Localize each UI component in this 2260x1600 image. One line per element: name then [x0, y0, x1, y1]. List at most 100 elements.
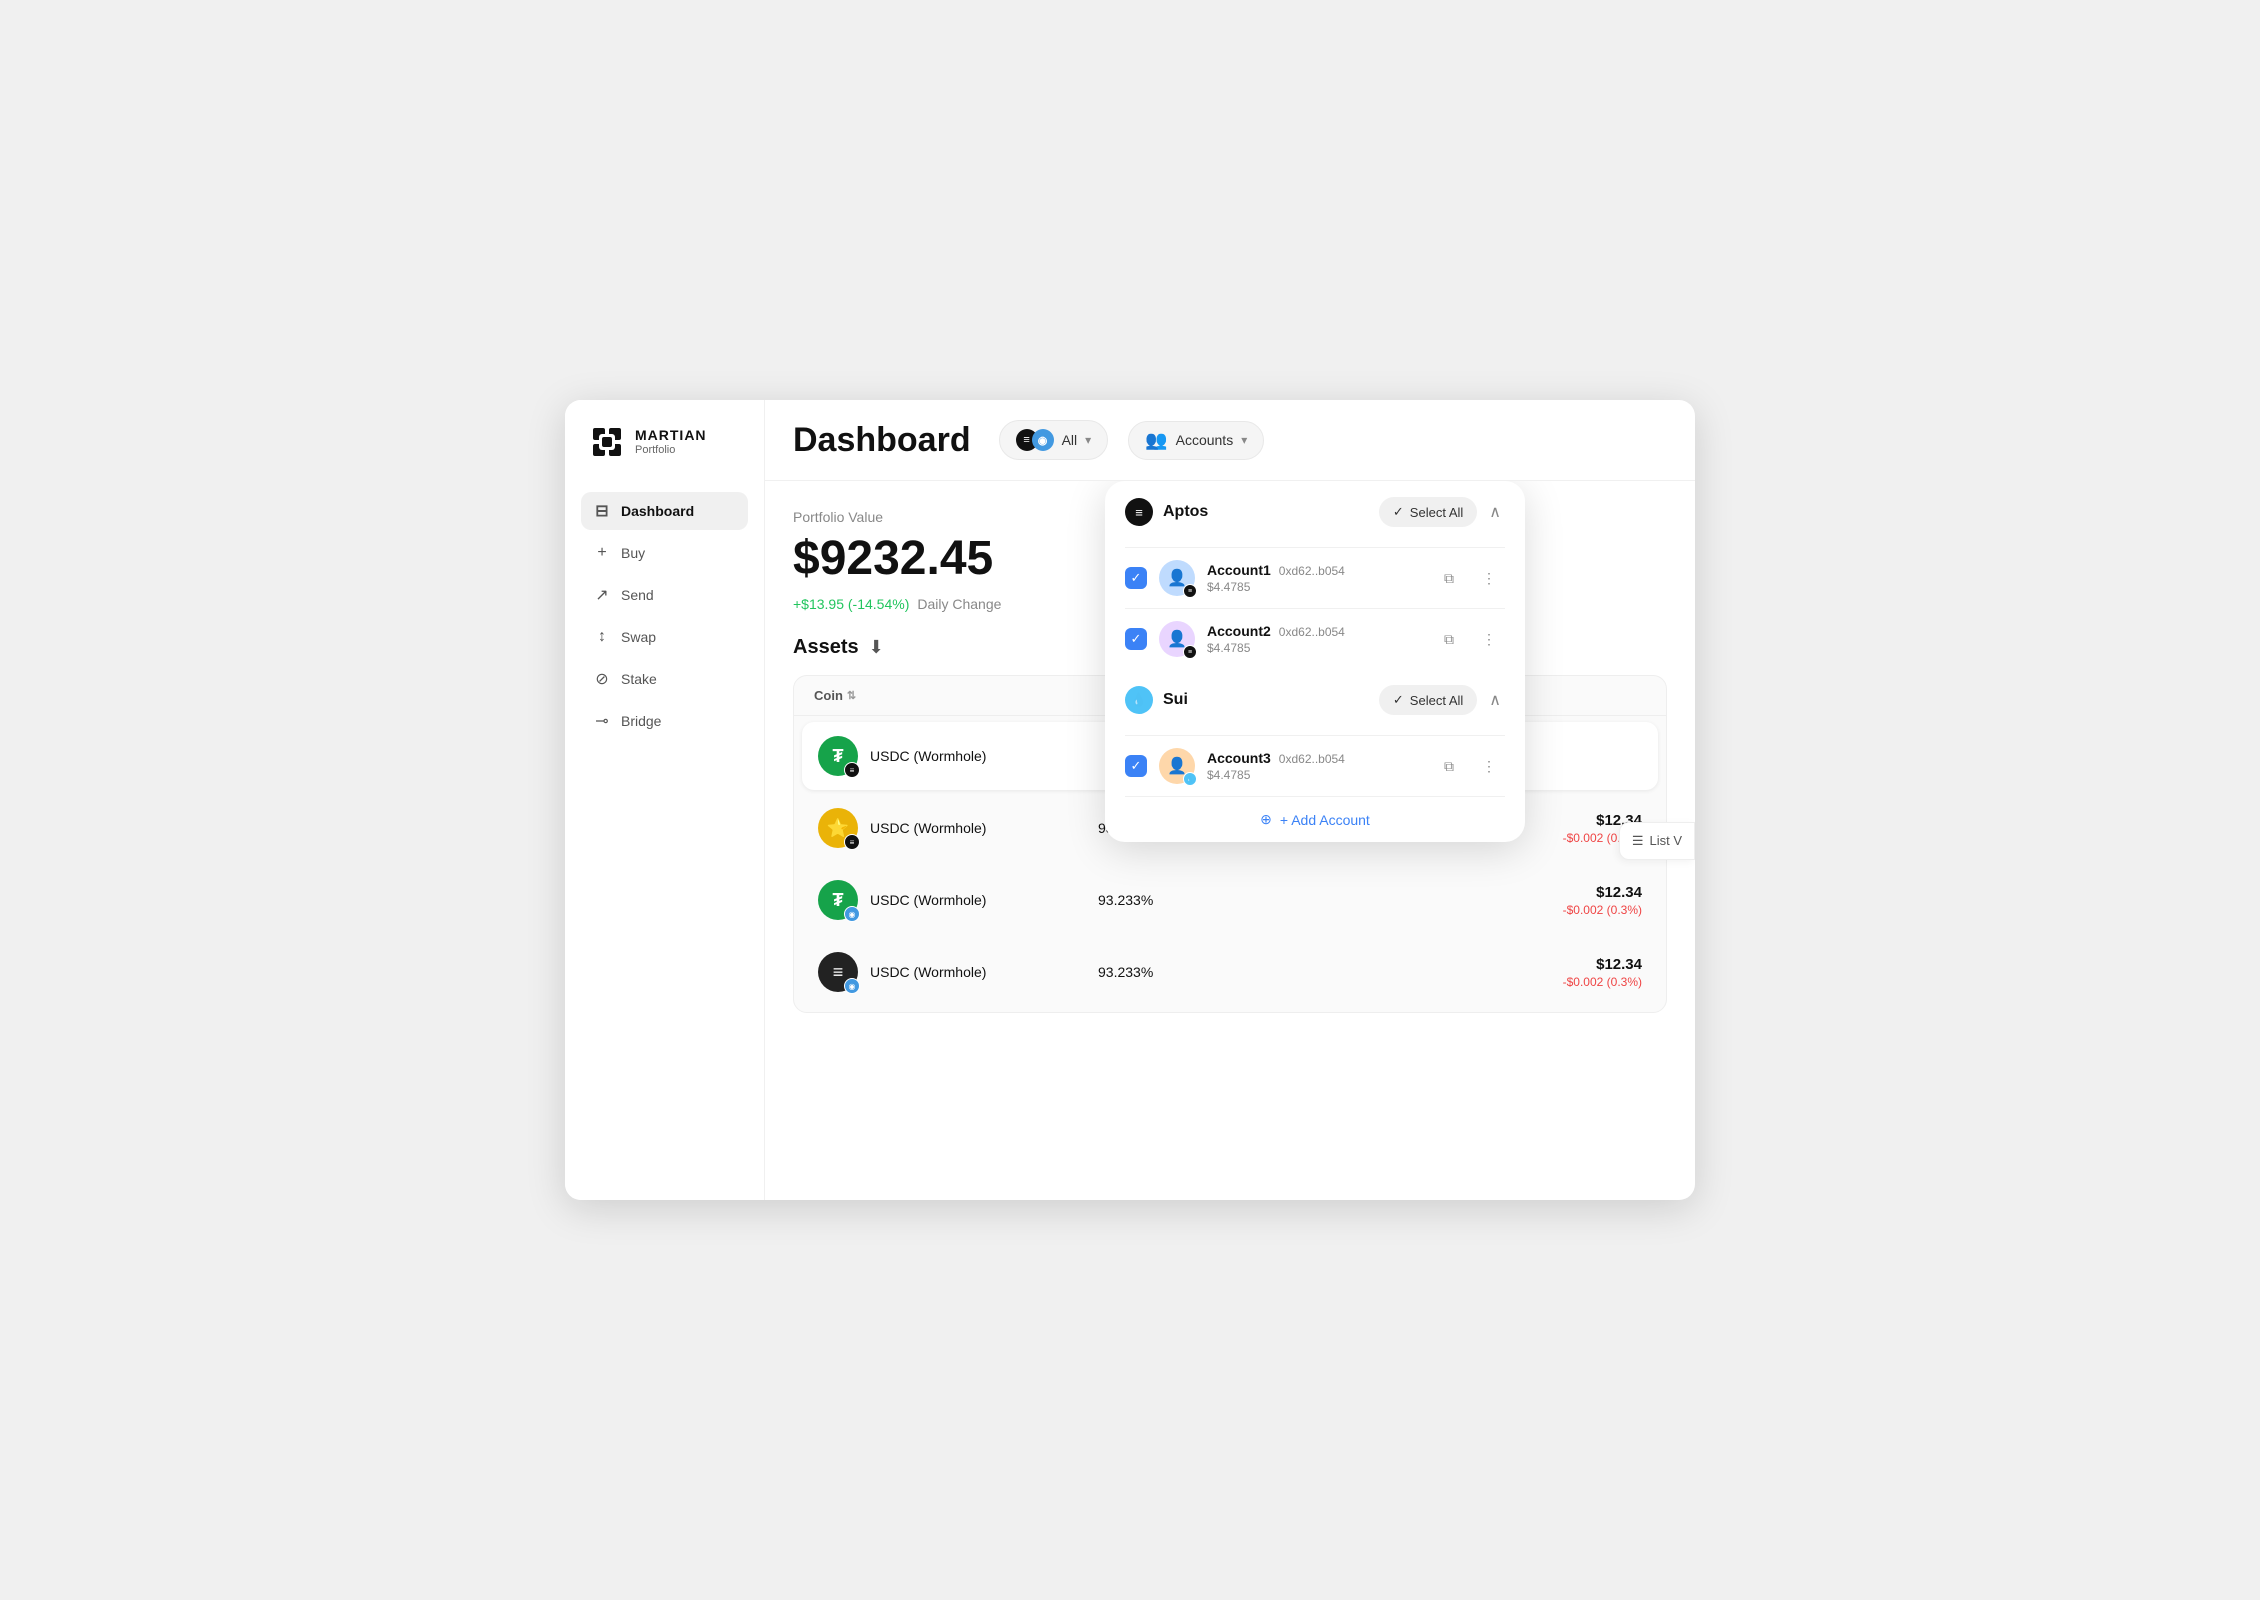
- sort-icon: ⇅: [847, 689, 856, 702]
- coin-column-header: Coin ⇅: [814, 688, 1094, 703]
- daily-change-value: +$13.95 (-14.54%): [793, 596, 909, 612]
- more-button[interactable]: ⋮: [1473, 623, 1505, 655]
- sui-section-header: 💧 Sui ✓ Select All ∧: [1125, 685, 1505, 715]
- dashboard-icon: ⊟: [593, 502, 611, 520]
- sui-label: Sui: [1163, 691, 1188, 709]
- sui-icon: 💧: [1125, 686, 1153, 714]
- account1-checkbox[interactable]: ✓: [1125, 567, 1147, 589]
- coin-cell: ₮ ≡ USDC (Wormhole): [818, 736, 1098, 776]
- sidebar-item-send[interactable]: ↗ Send: [581, 576, 748, 614]
- add-account-label: + Add Account: [1280, 812, 1370, 828]
- logo-subtitle: Portfolio: [635, 444, 707, 457]
- daily-change-label: Daily Change: [917, 596, 1001, 612]
- stake-icon: ⊘: [593, 670, 611, 688]
- list-icon: ☰: [1632, 833, 1644, 849]
- account2-checkbox[interactable]: ✓: [1125, 628, 1147, 650]
- coin-badge: ◉: [844, 978, 860, 994]
- accounts-icon: 👥: [1145, 430, 1167, 451]
- copy-button[interactable]: ⧉: [1433, 562, 1465, 594]
- select-all-label: Select All: [1410, 505, 1463, 520]
- account3-checkbox[interactable]: ✓: [1125, 755, 1147, 777]
- aptos-select-all-button[interactable]: ✓ Select All: [1379, 497, 1477, 527]
- logo-name: MARTIAN: [635, 427, 707, 444]
- aptos-chain-badge: ≡: [1183, 645, 1197, 659]
- sidebar-item-swap[interactable]: ↕ Swap: [581, 618, 748, 656]
- list-view-button[interactable]: ☰ List V: [1619, 822, 1695, 860]
- sidebar-item-bridge[interactable]: ⊸ Bridge: [581, 702, 748, 740]
- value-change: -$0.002 (0.3%): [1370, 975, 1642, 989]
- send-icon: ↗: [593, 586, 611, 604]
- sidebar-item-dashboard[interactable]: ⊟ Dashboard: [581, 492, 748, 530]
- sui-chain-badge: 💧: [1183, 772, 1197, 786]
- logo-icon: [589, 424, 625, 460]
- all-filter-dropdown[interactable]: ≡ ◉ All ▾: [999, 420, 1109, 460]
- account1-balance: $4.4785: [1207, 580, 1421, 594]
- chevron-down-icon: ▾: [1085, 433, 1091, 447]
- account2-actions: ⧉ ⋮: [1433, 623, 1505, 655]
- copy-button[interactable]: ⧉: [1433, 750, 1465, 782]
- coin-badge: ≡: [844, 834, 860, 850]
- account2-name: Account2: [1207, 623, 1271, 639]
- value-cell: $12.34 -$0.002 (0.3%): [1370, 884, 1642, 917]
- value-cell: $12.34 -$0.002 (0.3%): [1370, 956, 1642, 989]
- sui-chain-icon: ◉: [1032, 429, 1054, 451]
- main-content: Dashboard ≡ ◉ All ▾ 👥 Accounts ▾ Portfol…: [765, 400, 1695, 1200]
- coin-cell: ≡ ◉ USDC (Wormhole): [818, 952, 1098, 992]
- coin-icon: ₮ ≡: [818, 736, 858, 776]
- account2-info: Account2 0xd62..b054 $4.4785: [1207, 623, 1421, 655]
- all-filter-label: All: [1062, 432, 1078, 448]
- account1-info: Account1 0xd62..b054 $4.4785: [1207, 562, 1421, 594]
- percentage-cell: 93.233%: [1098, 892, 1370, 908]
- assets-title: Assets: [793, 636, 859, 659]
- coin-name: USDC (Wormhole): [870, 820, 986, 836]
- buy-icon: +: [593, 544, 611, 562]
- aptos-section-header: ≡ Aptos ✓ Select All ∧: [1125, 497, 1505, 527]
- copy-button[interactable]: ⧉: [1433, 623, 1465, 655]
- coin-icon: ≡ ◉: [818, 952, 858, 992]
- logo-text: MARTIAN Portfolio: [635, 427, 707, 457]
- chain-icons: ≡ ◉: [1016, 429, 1054, 451]
- app-window: MARTIAN Portfolio ⊟ Dashboard + Buy ↗ Se…: [565, 400, 1695, 1200]
- chevron-down-icon: ▾: [1241, 433, 1247, 447]
- sidebar-item-stake[interactable]: ⊘ Stake: [581, 660, 748, 698]
- accounts-filter-label: Accounts: [1176, 432, 1234, 448]
- accounts-dropdown-overlay: ≡ Aptos ✓ Select All ∧: [1105, 481, 1525, 842]
- sidebar-item-label: Stake: [621, 671, 657, 687]
- sidebar-item-label: Swap: [621, 629, 656, 645]
- account-item-1: ✓ 👤 ≡ Account1 0xd62..b054 $4.4785 ⧉: [1105, 548, 1525, 608]
- aptos-chain-badge: ≡: [1183, 584, 1197, 598]
- accounts-filter-dropdown[interactable]: 👥 Accounts ▾: [1128, 421, 1264, 460]
- aptos-collapse-button[interactable]: ∧: [1485, 498, 1505, 526]
- account1-name: Account1: [1207, 562, 1271, 578]
- sui-collapse-button[interactable]: ∧: [1485, 686, 1505, 714]
- aptos-section: ≡ Aptos ✓ Select All ∧: [1105, 481, 1525, 547]
- coin-name: USDC (Wormhole): [870, 892, 986, 908]
- list-view-label: List V: [1649, 833, 1682, 848]
- coin-icon: ⭐ ≡: [818, 808, 858, 848]
- more-button[interactable]: ⋮: [1473, 562, 1505, 594]
- aptos-section-title: ≡ Aptos: [1125, 498, 1208, 526]
- coin-name: USDC (Wormhole): [870, 964, 986, 980]
- account-item-3: ✓ 👤 💧 Account3 0xd62..b054 $4.4785 ⧉: [1105, 736, 1525, 796]
- account3-address: 0xd62..b054: [1279, 752, 1345, 766]
- plus-circle-icon: ⊕: [1260, 811, 1272, 828]
- logo: MARTIAN Portfolio: [581, 424, 748, 460]
- more-button[interactable]: ⋮: [1473, 750, 1505, 782]
- sidebar-item-label: Bridge: [621, 713, 661, 729]
- account-item-2: ✓ 👤 ≡ Account2 0xd62..b054 $4.4785 ⧉: [1105, 609, 1525, 669]
- sui-select-all-button[interactable]: ✓ Select All: [1379, 685, 1477, 715]
- checkmark-icon: ✓: [1393, 504, 1404, 520]
- account2-balance: $4.4785: [1207, 641, 1421, 655]
- aptos-label: Aptos: [1163, 503, 1208, 521]
- sidebar-item-label: Dashboard: [621, 503, 694, 519]
- sidebar-item-buy[interactable]: + Buy: [581, 534, 748, 572]
- row-inner: ₮ ◉ USDC (Wormhole) 93.233% $12.34 -$0.0…: [802, 866, 1658, 934]
- add-account-button[interactable]: ⊕ + Add Account: [1105, 797, 1525, 842]
- account1-address: 0xd62..b054: [1279, 564, 1345, 578]
- bridge-icon: ⊸: [593, 712, 611, 730]
- percentage-cell: 93.233%: [1098, 964, 1370, 980]
- coin-badge: ◉: [844, 906, 860, 922]
- download-icon[interactable]: ⬇: [869, 637, 884, 658]
- aptos-icon: ≡: [1125, 498, 1153, 526]
- account3-info: Account3 0xd62..b054 $4.4785: [1207, 750, 1421, 782]
